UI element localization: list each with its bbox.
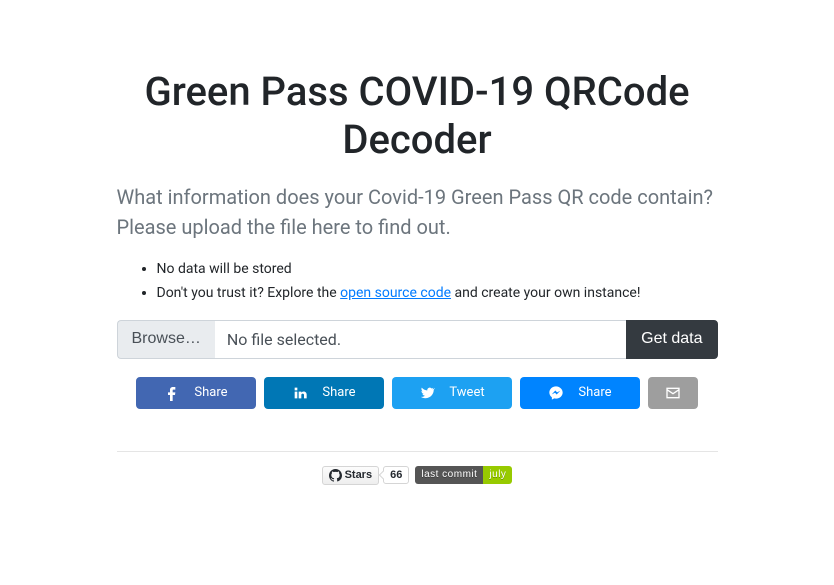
shield-label: last commit (415, 466, 483, 484)
file-upload-group: Browse… No file selected. Get data (117, 320, 718, 359)
github-icon (329, 469, 342, 482)
page-title: Green Pass COVID-19 QRCode Decoder (117, 68, 718, 164)
facebook-icon (164, 385, 180, 401)
list-text: and create your own instance! (451, 285, 640, 301)
open-source-link[interactable]: open source code (340, 285, 451, 301)
get-data-button[interactable]: Get data (626, 320, 717, 359)
browse-button[interactable]: Browse… (117, 320, 215, 359)
list-item: No data will be stored (157, 258, 718, 282)
share-messenger-button[interactable]: Share (520, 377, 640, 409)
badge-row: Stars 66 last commit july (117, 466, 718, 485)
github-stars-count: 66 (383, 466, 409, 484)
divider (117, 451, 718, 452)
share-email-button[interactable] (648, 377, 698, 409)
last-commit-badge[interactable]: last commit july (415, 466, 512, 484)
linkedin-icon (292, 385, 308, 401)
twitter-icon (419, 385, 435, 401)
shield-value: july (483, 466, 512, 484)
file-status-display[interactable]: No file selected. (215, 320, 626, 359)
github-stars-badge[interactable]: Stars 66 (322, 466, 410, 485)
email-icon (665, 385, 681, 401)
messenger-icon (548, 385, 564, 401)
list-item: Don't you trust it? Explore the open sou… (157, 282, 718, 306)
share-facebook-button[interactable]: Share (136, 377, 256, 409)
share-label: Share (578, 385, 611, 400)
share-button-row: Share Share Tweet Share (117, 377, 718, 409)
share-label: Share (194, 385, 227, 400)
list-text: Don't you trust it? Explore the (157, 285, 341, 301)
share-linkedin-button[interactable]: Share (264, 377, 384, 409)
info-list: No data will be stored Don't you trust i… (117, 258, 718, 306)
page-subtitle: What information does your Covid-19 Gree… (117, 182, 718, 242)
share-label: Share (322, 385, 355, 400)
github-stars-label: Stars (345, 469, 373, 481)
share-label: Tweet (449, 385, 484, 400)
share-twitter-button[interactable]: Tweet (392, 377, 512, 409)
